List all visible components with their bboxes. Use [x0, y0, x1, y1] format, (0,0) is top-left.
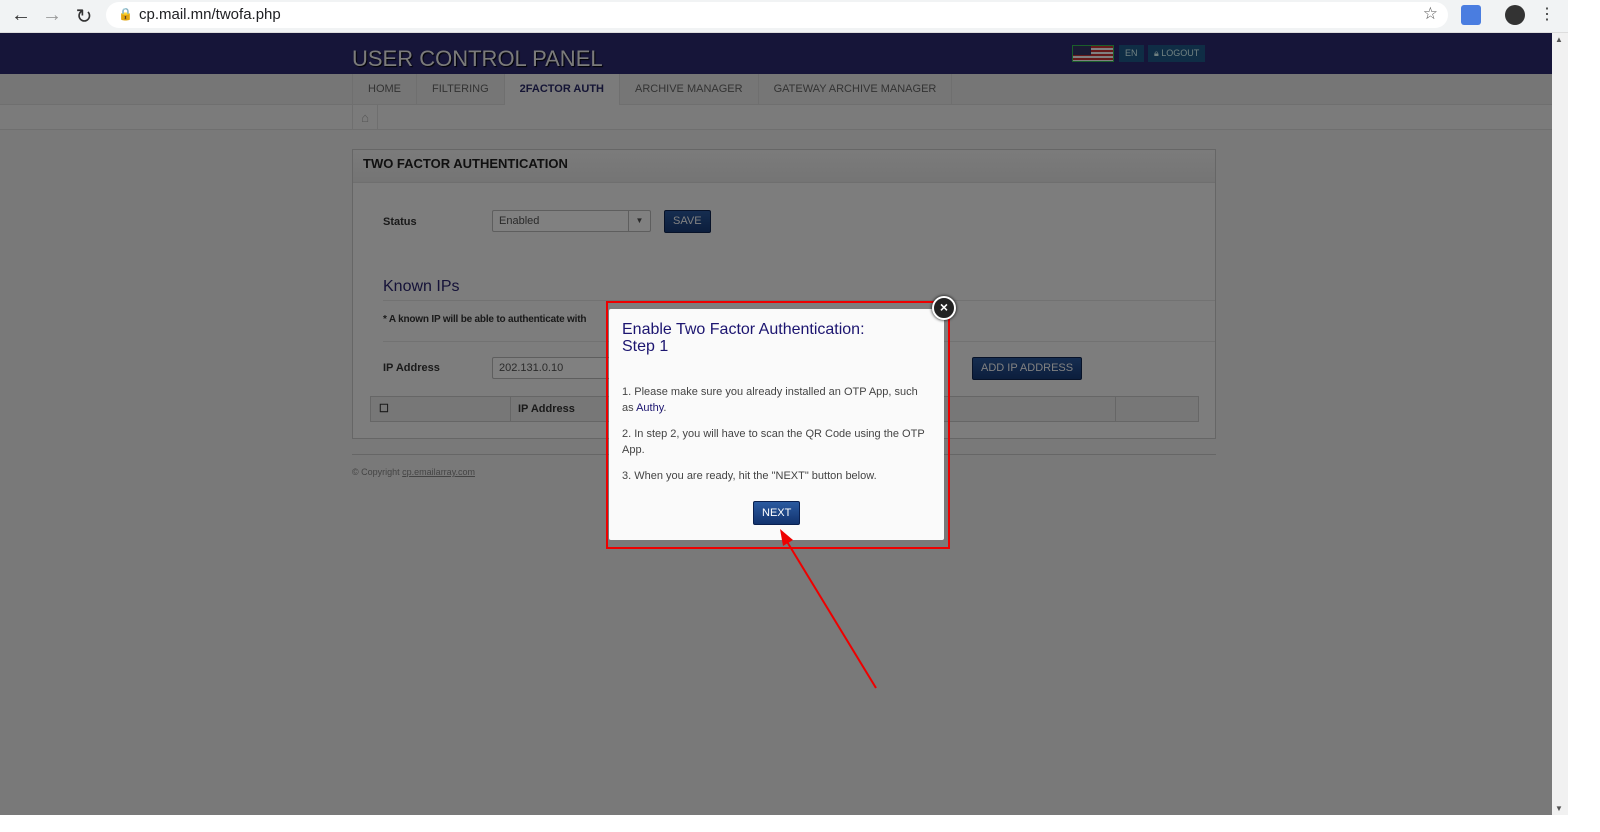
- copyright-link[interactable]: cp.emailarray.com: [402, 467, 475, 477]
- translate-icon[interactable]: [1461, 5, 1481, 25]
- ip-address-value: 202.131.0.10: [499, 362, 564, 374]
- nav-archive-manager[interactable]: ARCHIVE MANAGER: [620, 74, 759, 105]
- forward-icon[interactable]: →: [40, 4, 64, 27]
- step-3-text: 3. When you are ready, hit the "NEXT" bu…: [622, 470, 877, 482]
- dialog-title: Enable Two Factor Authentication: Step 1: [622, 321, 865, 355]
- add-ip-address-button[interactable]: ADD IP ADDRESS: [972, 357, 1083, 380]
- address-bar[interactable]: 🔒 cp.mail.mn/twofa.php ☆: [106, 2, 1448, 28]
- reload-icon[interactable]: ↻: [72, 4, 96, 29]
- status-label: Status: [383, 216, 417, 228]
- back-icon[interactable]: ←: [9, 4, 33, 27]
- ip-address-label: IP Address: [383, 362, 440, 374]
- copyright-text: © Copyright: [352, 467, 400, 477]
- menu-icon[interactable]: ⋮: [1535, 4, 1559, 24]
- nav-2factor-auth[interactable]: 2FACTOR AUTH: [504, 74, 620, 105]
- known-ips-heading: Known IPs: [383, 278, 460, 295]
- logout-label: LOGOUT: [1161, 48, 1200, 58]
- close-icon[interactable]: ×: [932, 296, 956, 320]
- logout-button[interactable]: 🔒︎ LOGOUT: [1148, 45, 1206, 62]
- breadcrumb: ⌂: [0, 105, 1552, 130]
- home-icon[interactable]: ⌂: [352, 105, 378, 130]
- language-button[interactable]: EN: [1119, 45, 1144, 62]
- main-nav: HOME FILTERING 2FACTOR AUTH ARCHIVE MANA…: [0, 74, 1552, 105]
- step-1-text: 1. Please make sure you already installe…: [622, 386, 918, 414]
- header: USER CONTROL PANEL EN 🔒︎ LOGOUT: [0, 33, 1552, 74]
- lock-icon: 🔒: [118, 7, 133, 21]
- bookmark-star-icon[interactable]: ☆: [1423, 4, 1438, 24]
- nav-filtering[interactable]: FILTERING: [417, 74, 505, 105]
- app-title: USER CONTROL PANEL: [352, 46, 603, 71]
- chevron-down-icon: ▼: [628, 211, 650, 231]
- step-2-text: 2. In step 2, you will have to scan the …: [622, 428, 925, 456]
- scrollbar[interactable]: ▲ ▼: [1552, 33, 1568, 815]
- select-all-checkbox[interactable]: ☐: [371, 397, 511, 421]
- authy-link[interactable]: Authy: [636, 402, 663, 414]
- next-button[interactable]: NEXT: [753, 501, 801, 525]
- panel-title: TWO FACTOR AUTHENTICATION: [353, 150, 1215, 183]
- status-select[interactable]: Enabled ▼: [492, 210, 651, 232]
- known-ip-note: * A known IP will be able to authenticat…: [383, 314, 587, 325]
- status-value: Enabled: [499, 215, 540, 227]
- nav-gateway-archive-manager[interactable]: GATEWAY ARCHIVE MANAGER: [759, 74, 953, 105]
- browser-toolbar: ← → ↻ 🔒 cp.mail.mn/twofa.php ☆ ⋮: [0, 0, 1568, 33]
- url-text: cp.mail.mn/twofa.php: [139, 6, 281, 23]
- save-button[interactable]: SAVE: [664, 210, 711, 233]
- twofa-step1-dialog: Enable Two Factor Authentication: Step 1 …: [609, 309, 944, 540]
- nav-home[interactable]: HOME: [353, 74, 417, 105]
- avatar[interactable]: [1505, 5, 1525, 25]
- us-flag-icon[interactable]: [1072, 45, 1114, 62]
